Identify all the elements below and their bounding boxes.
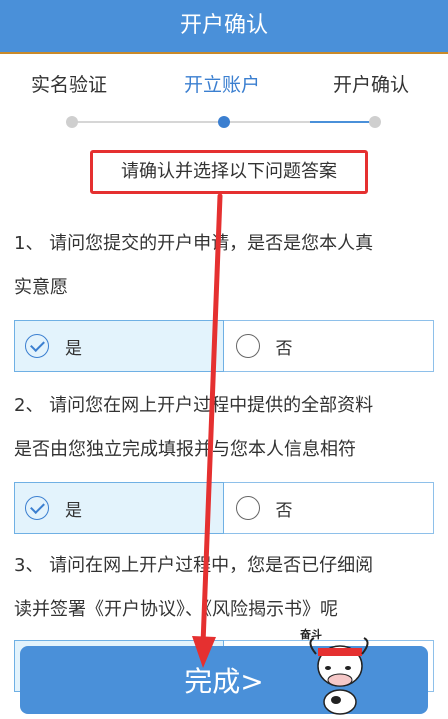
instruction-text: 请确认并选择以下问题答案 <box>121 161 337 182</box>
step-dot-3 <box>369 116 381 128</box>
finish-button-label: 完成> <box>184 665 264 698</box>
step-track-1 <box>72 121 224 123</box>
question-2-yes-option[interactable]: 是 <box>14 482 224 534</box>
yes-label: 是 <box>65 338 82 359</box>
step-label-real-name: 实名验证 <box>31 74 108 96</box>
watermark-text: 奋斗 <box>300 628 322 641</box>
question-1-line-1: 1、 请问您提交的开户申请，是否是您本人真 <box>14 233 374 254</box>
step-label-open-account: 开立账户 <box>184 74 261 96</box>
question-2-no-option[interactable]: 否 <box>223 482 434 534</box>
question-1-choices: 是 否 <box>14 320 434 372</box>
question-2-line-2: 是否由您独立完成填报并与您本人信息相符 <box>14 439 356 460</box>
checked-circle-icon <box>25 496 49 520</box>
no-label: 否 <box>275 338 293 359</box>
page-header: 开户确认 <box>0 0 448 54</box>
progress-steps: 实名验证 开立账户 开户确认 <box>0 70 448 130</box>
radio-circle-icon <box>235 496 260 520</box>
question-3-line-1: 3、 请问在网上开户过程中，您是否已仔细阅 <box>14 555 374 576</box>
question-2: 2、 请问您在网上开户过程中提供的全部资料 是否由您独立完成填报并与您本人信息相… <box>14 384 434 472</box>
checked-circle-icon <box>25 334 49 358</box>
question-3-line-2: 读并签署《开户协议》、《风险揭示书》呢 <box>14 599 338 620</box>
step-track-2 <box>224 121 310 123</box>
no-label: 否 <box>275 500 293 521</box>
step-dot-1 <box>66 116 78 128</box>
question-3: 3、 请问在网上开户过程中，您是否已仔细阅 读并签署《开户协议》、《风险揭示书》… <box>14 544 434 632</box>
instruction-box: 请确认并选择以下问题答案 <box>90 150 368 194</box>
question-1-no-option[interactable]: 否 <box>223 320 434 372</box>
radio-circle-icon <box>235 334 260 358</box>
question-2-choices: 是 否 <box>14 482 434 534</box>
step-label-confirm: 开户确认 <box>333 74 410 96</box>
question-1: 1、 请问您提交的开户申请，是否是您本人真 实意愿 <box>14 222 434 310</box>
page-title: 开户确认 <box>179 13 268 38</box>
question-2-line-1: 2、 请问您在网上开户过程中提供的全部资料 <box>14 395 374 416</box>
step-track-2-progress <box>310 121 372 123</box>
question-1-line-2: 实意愿 <box>14 277 68 298</box>
yes-label: 是 <box>65 500 82 521</box>
question-1-yes-option[interactable]: 是 <box>14 320 224 372</box>
step-dot-2 <box>218 116 230 128</box>
